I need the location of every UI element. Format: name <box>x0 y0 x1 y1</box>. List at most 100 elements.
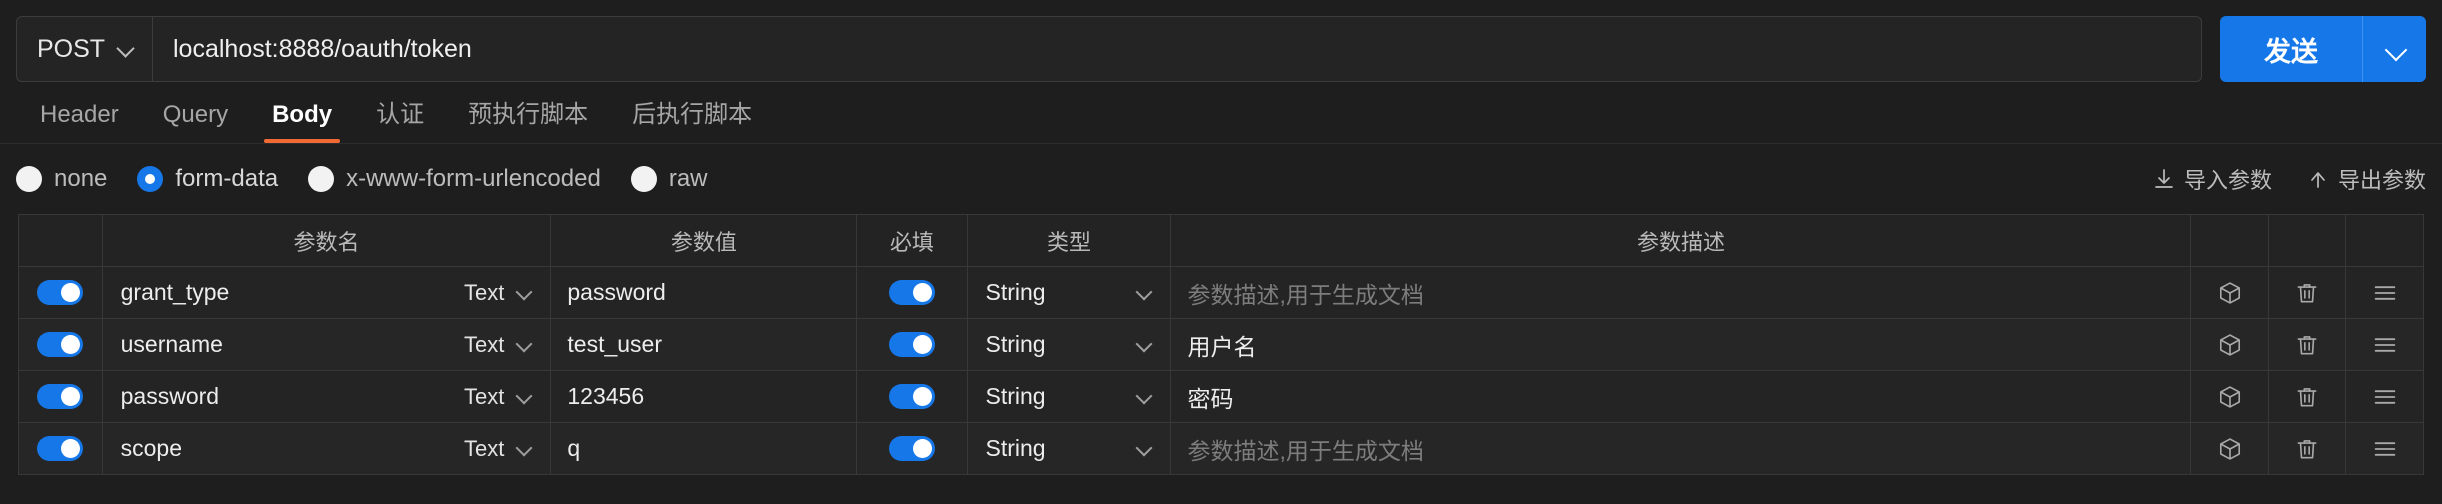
send-options-button[interactable] <box>2362 16 2426 82</box>
param-description-input[interactable]: 参数描述,用于生成文档 <box>1187 432 1423 466</box>
cube-icon <box>2217 332 2243 358</box>
param-description-input[interactable]: 参数描述,用于生成文档 <box>1187 276 1423 310</box>
cell-action-cube <box>2190 370 2269 423</box>
cell-enable <box>18 422 103 475</box>
params-table-body: grant_type Text password String 参数描述,用于生… <box>18 266 2424 475</box>
param-description-input[interactable]: 密码 <box>1187 380 1233 414</box>
table-header-row: 参数名 参数值 必填 类型 参数描述 <box>18 214 2424 267</box>
row-cube-button[interactable] <box>2191 371 2268 422</box>
row-cube-button[interactable] <box>2191 423 2268 474</box>
body-type-radio-group: none form-data x-www-form-urlencoded raw <box>16 165 2152 193</box>
row-cube-button[interactable] <box>2191 267 2268 318</box>
param-value-input[interactable]: test_user <box>567 331 662 358</box>
tab-post-script[interactable]: 后执行脚本 <box>610 94 774 143</box>
url-box: POST <box>16 16 2202 82</box>
request-bar: POST 发送 <box>0 0 2442 88</box>
body-type-x-www-form-urlencoded[interactable]: x-www-form-urlencoded <box>308 165 601 193</box>
param-value-input[interactable]: q <box>567 435 580 462</box>
tab-body[interactable]: Body <box>250 101 354 143</box>
tab-query[interactable]: Query <box>141 101 250 143</box>
cell-param-name: scope Text <box>101 422 552 475</box>
col-action-menu <box>2345 214 2424 267</box>
col-type: 类型 <box>966 214 1172 267</box>
row-enable-toggle[interactable] <box>37 436 84 461</box>
cell-description: 参数描述,用于生成文档 <box>1170 266 2192 319</box>
chevron-down-icon[interactable] <box>518 338 532 352</box>
param-name-input[interactable]: grant_type <box>121 279 456 306</box>
row-required-toggle[interactable] <box>888 384 935 409</box>
chevron-down-icon[interactable] <box>1138 286 1152 300</box>
export-params-button[interactable]: 导出参数 <box>2306 163 2426 195</box>
import-params-button[interactable]: 导入参数 <box>2152 163 2272 195</box>
cell-param-name: username Text <box>101 318 552 371</box>
cell-enable <box>18 318 103 371</box>
param-name-type-label: Text <box>464 279 505 305</box>
trash-icon <box>2294 332 2320 358</box>
tab-header[interactable]: Header <box>18 101 141 143</box>
param-type-select-label[interactable]: String <box>986 279 1133 306</box>
param-name-input[interactable]: username <box>121 331 456 358</box>
param-io-actions: 导入参数 导出参数 <box>2152 163 2426 195</box>
import-params-label: 导入参数 <box>2183 168 2272 193</box>
chevron-down-icon[interactable] <box>1138 338 1152 352</box>
param-type-select-label[interactable]: String <box>986 331 1133 358</box>
cell-description: 密码 <box>1170 370 2192 423</box>
param-name-input[interactable]: scope <box>121 435 456 462</box>
body-type-label: raw <box>668 165 708 192</box>
param-value-input[interactable]: 123456 <box>567 383 644 410</box>
param-name-type-label: Text <box>464 331 505 357</box>
cell-type: String <box>966 266 1172 319</box>
param-name-input[interactable]: password <box>121 383 456 410</box>
chevron-down-icon[interactable] <box>1138 390 1152 404</box>
row-menu-button[interactable] <box>2346 371 2423 422</box>
row-delete-button[interactable] <box>2269 319 2346 370</box>
row-delete-button[interactable] <box>2269 423 2346 474</box>
row-menu-button[interactable] <box>2346 267 2423 318</box>
row-delete-button[interactable] <box>2269 371 2346 422</box>
cell-action-cube <box>2190 422 2269 475</box>
row-delete-button[interactable] <box>2269 267 2346 318</box>
row-enable-toggle[interactable] <box>37 332 84 357</box>
col-required: 必填 <box>856 214 968 267</box>
param-type-select-label[interactable]: String <box>986 435 1133 462</box>
param-value-input[interactable]: password <box>567 279 665 306</box>
chevron-down-icon[interactable] <box>1138 442 1152 456</box>
row-menu-button[interactable] <box>2346 423 2423 474</box>
row-cube-button[interactable] <box>2191 319 2268 370</box>
body-type-label: form-data <box>175 165 279 192</box>
param-name-type-label: Text <box>464 435 505 461</box>
body-type-raw[interactable]: raw <box>630 165 708 193</box>
tab-auth[interactable]: 认证 <box>354 94 446 143</box>
http-method-select[interactable]: POST <box>17 17 153 81</box>
row-menu-button[interactable] <box>2346 319 2423 370</box>
cube-icon <box>2217 280 2243 306</box>
row-required-toggle[interactable] <box>888 332 935 357</box>
row-required-toggle[interactable] <box>888 436 935 461</box>
cell-enable <box>18 370 103 423</box>
cell-action-menu <box>2345 370 2424 423</box>
row-required-toggle[interactable] <box>888 280 935 305</box>
cell-required <box>856 266 968 319</box>
send-button[interactable]: 发送 <box>2220 16 2362 82</box>
chevron-down-icon[interactable] <box>518 442 532 456</box>
cell-enable <box>18 266 103 319</box>
param-description-input[interactable]: 用户名 <box>1187 328 1256 362</box>
params-table: 参数名 参数值 必填 类型 参数描述 grant_type Text passw… <box>18 214 2424 475</box>
cell-required <box>856 318 968 371</box>
chevron-down-icon <box>118 41 134 57</box>
trash-icon <box>2294 280 2320 306</box>
url-input[interactable] <box>153 17 2201 81</box>
tab-pre-script[interactable]: 预执行脚本 <box>446 94 610 143</box>
cell-action-delete <box>2267 318 2347 371</box>
chevron-down-icon[interactable] <box>518 390 532 404</box>
cell-required <box>856 370 968 423</box>
cell-required <box>856 422 968 475</box>
col-action-delete <box>2267 214 2347 267</box>
body-type-form-data[interactable]: form-data <box>137 165 278 193</box>
row-enable-toggle[interactable] <box>37 280 84 305</box>
body-type-none[interactable]: none <box>16 165 107 193</box>
row-enable-toggle[interactable] <box>37 384 84 409</box>
col-param-value: 参数值 <box>550 214 858 267</box>
chevron-down-icon[interactable] <box>518 286 532 300</box>
param-type-select-label[interactable]: String <box>986 383 1133 410</box>
